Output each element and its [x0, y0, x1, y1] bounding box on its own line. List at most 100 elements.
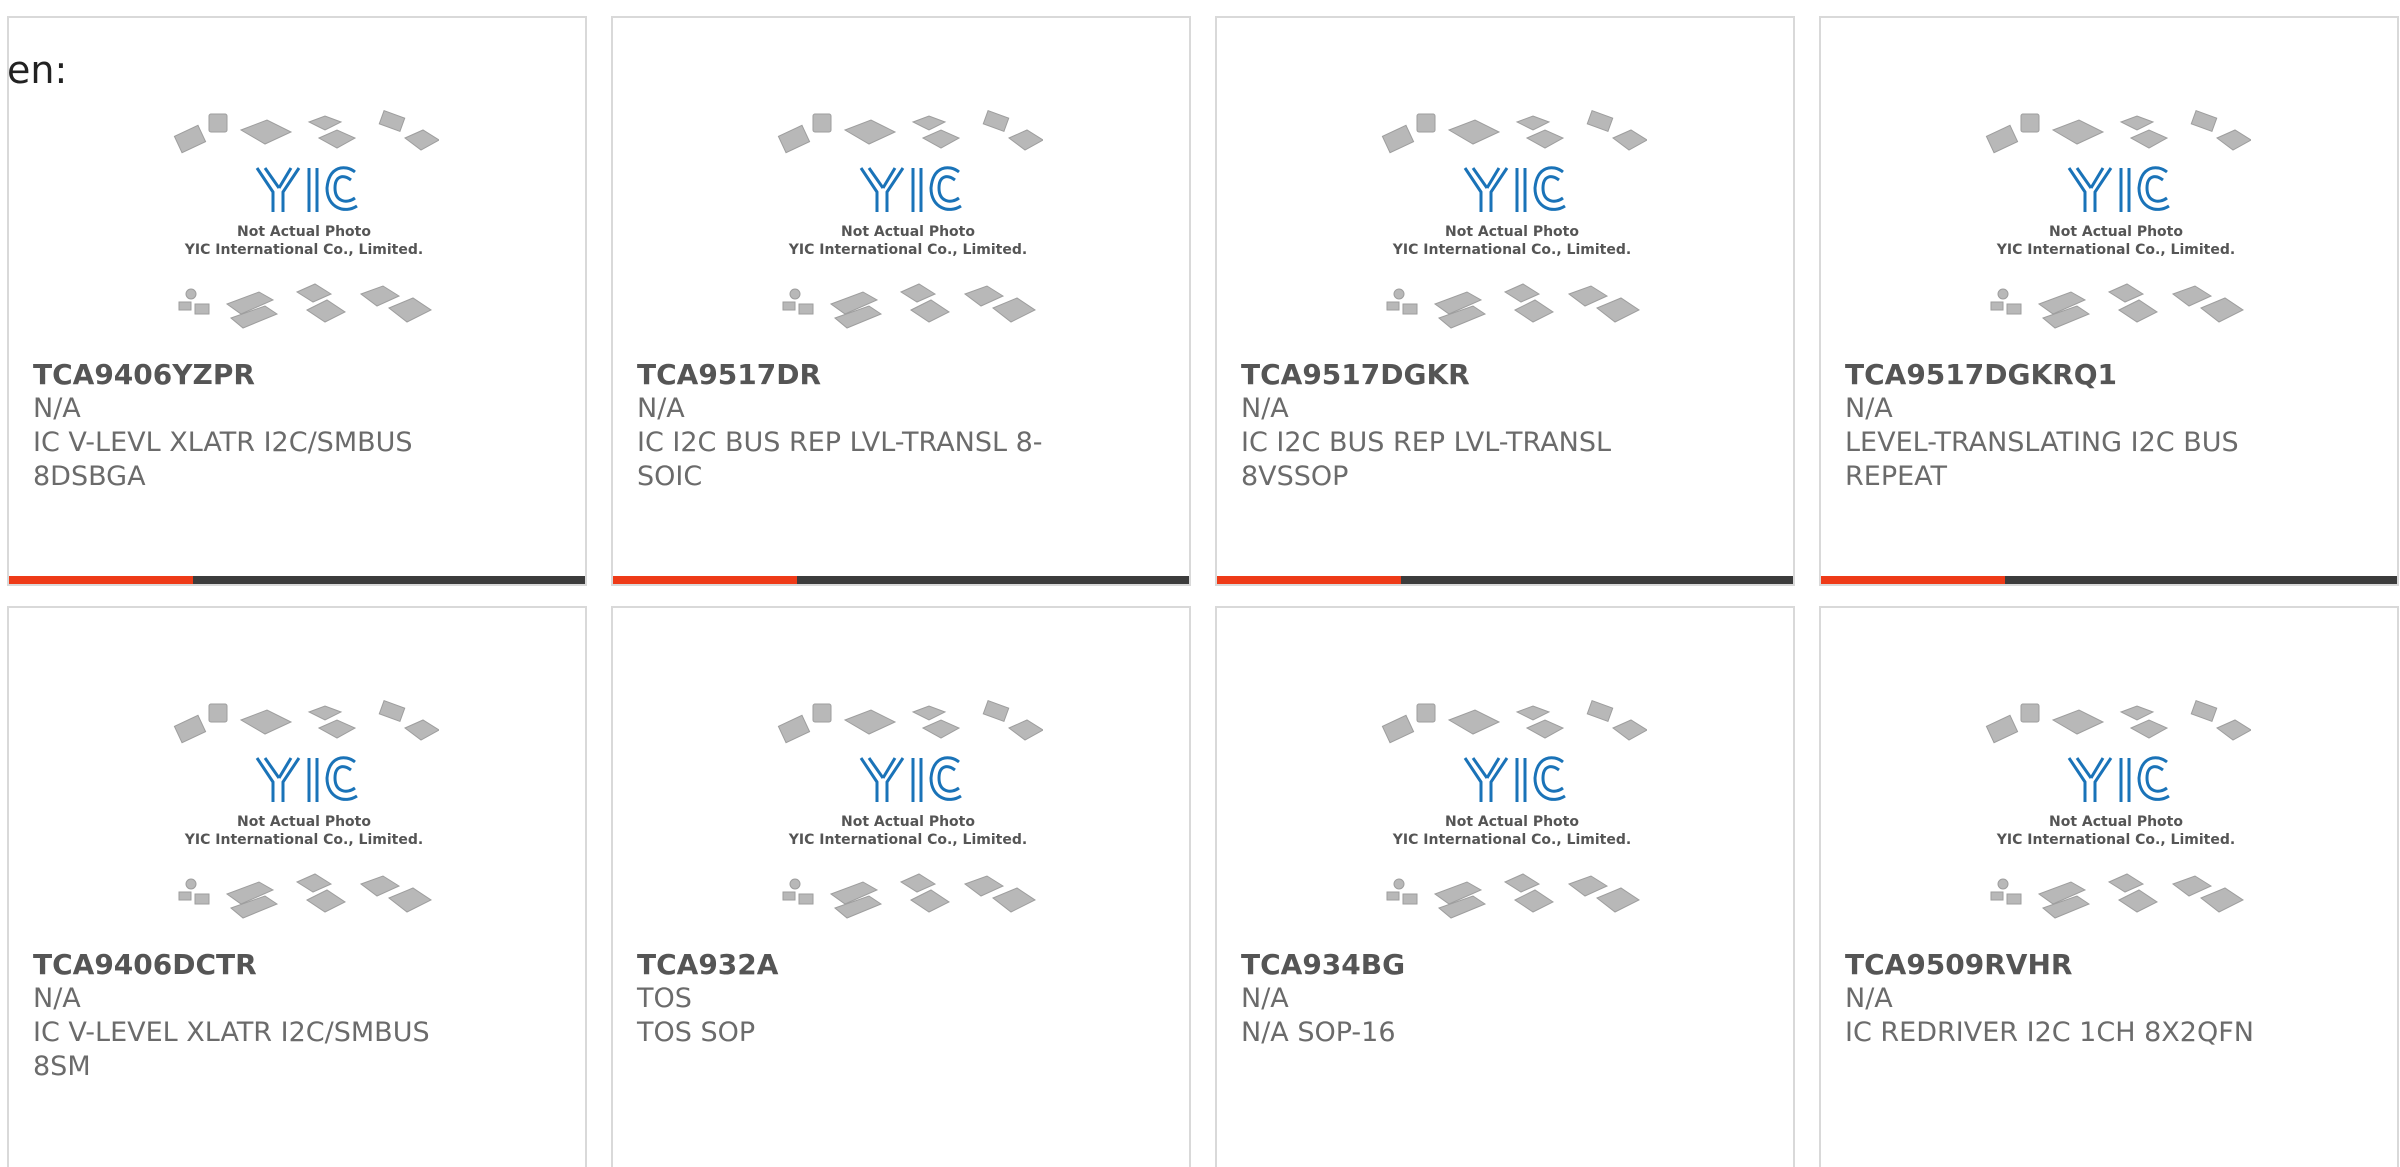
product-grid-page: en: Not Actual Photo YIC International C…	[0, 0, 2400, 1167]
chip-icon	[239, 119, 293, 145]
card-progress-fill	[1821, 576, 2006, 584]
chip-icon	[1586, 110, 1614, 132]
card-progress-fill	[9, 576, 194, 584]
product-description: LEVEL-TRANSLATING I2C BUS REPEAT	[1845, 427, 2239, 492]
chip-icon	[2006, 303, 2022, 315]
chip-icon	[843, 709, 897, 735]
product-info: TCA9517DGKRQ1 N/A LEVEL-TRANSLATING I2C …	[1845, 358, 2285, 494]
chip-icon	[2107, 283, 2145, 303]
product-part-number[interactable]: TCA932A	[637, 948, 1077, 982]
chip-icon	[208, 113, 228, 133]
product-photo-placeholder[interactable]: Not Actual Photo YIC International Co., …	[1981, 108, 2251, 358]
product-photo-placeholder[interactable]: Not Actual Photo YIC International Co., …	[1377, 698, 1647, 948]
product-part-number[interactable]: TCA9406DCTR	[33, 948, 473, 982]
chip-icon	[2118, 889, 2158, 913]
chip-icon	[2200, 887, 2244, 913]
chip-icon	[1514, 299, 1554, 323]
chip-icon	[1586, 700, 1614, 722]
photo-caption-2: YIC International Co., Limited.	[1996, 242, 2235, 258]
chip-icon	[777, 714, 811, 744]
chip-icon	[921, 719, 961, 739]
yic-logo-icon	[1463, 166, 1566, 212]
product-photo-placeholder[interactable]: Not Actual Photo YIC International Co., …	[773, 698, 1043, 948]
product-part-number[interactable]: TCA934BG	[1241, 948, 1681, 982]
product-card[interactable]: Not Actual Photo YIC International Co., …	[611, 606, 1191, 1167]
chip-icon	[2051, 709, 2105, 735]
chip-icon	[378, 110, 406, 132]
card-progress-bar	[9, 576, 585, 584]
chip-icon	[1997, 288, 2009, 300]
chip-icon	[1447, 709, 1501, 735]
product-manufacturer: N/A	[1845, 393, 1893, 424]
yic-logo-icon	[255, 756, 358, 802]
chip-icon	[2171, 285, 2213, 307]
chip-icon	[2051, 119, 2105, 145]
photo-caption-2: YIC International Co., Limited.	[788, 242, 1027, 258]
product-photo-placeholder[interactable]: Not Actual Photo YIC International Co., …	[169, 108, 439, 358]
chip-icon	[777, 124, 811, 154]
chip-icon	[194, 893, 210, 905]
yic-logo-icon	[2067, 166, 2170, 212]
chip-icon	[359, 875, 401, 897]
product-grid: Not Actual Photo YIC International Co., …	[0, 0, 2400, 1167]
product-manufacturer: TOS	[637, 983, 692, 1014]
product-card[interactable]: Not Actual Photo YIC International Co., …	[7, 606, 587, 1167]
chip-icon	[982, 110, 1010, 132]
chip-icon	[2006, 893, 2022, 905]
yic-logo-icon	[859, 166, 962, 212]
photo-caption-1: Not Actual Photo	[841, 814, 975, 830]
photo-caption-2: YIC International Co., Limited.	[1392, 242, 1631, 258]
product-photo-placeholder[interactable]: Not Actual Photo YIC International Co., …	[1981, 698, 2251, 948]
chip-icon	[963, 875, 1005, 897]
chip-icon	[1567, 875, 1609, 897]
chip-icon	[992, 297, 1036, 323]
card-progress-bar	[1217, 576, 1793, 584]
chip-icon	[2171, 875, 2213, 897]
chip-icon	[178, 301, 192, 311]
product-card[interactable]: Not Actual Photo YIC International Co., …	[7, 16, 587, 586]
product-manufacturer: N/A	[33, 983, 81, 1014]
product-info: TCA9517DR N/A IC I2C BUS REP LVL-TRANSL …	[637, 358, 1077, 494]
product-photo-placeholder[interactable]: Not Actual Photo YIC International Co., …	[1377, 108, 1647, 358]
chip-icon	[1503, 873, 1541, 893]
product-photo-placeholder[interactable]: Not Actual Photo YIC International Co., …	[773, 108, 1043, 358]
chip-icon	[378, 700, 406, 722]
product-manufacturer: N/A	[1241, 983, 1289, 1014]
yic-logo-icon	[255, 166, 358, 212]
photo-caption-1: Not Actual Photo	[2049, 224, 2183, 240]
chip-icon	[1416, 113, 1436, 133]
chip-icon	[194, 303, 210, 315]
chip-icon	[1008, 129, 1043, 151]
chip-icon	[1416, 703, 1436, 723]
chip-icon	[1612, 719, 1647, 741]
chip-icon	[899, 873, 937, 893]
product-card[interactable]: Not Actual Photo YIC International Co., …	[611, 16, 1191, 586]
chip-icon	[1990, 891, 2004, 901]
chip-icon	[910, 299, 950, 323]
language-label: en:	[7, 48, 68, 92]
photo-caption-1: Not Actual Photo	[2049, 814, 2183, 830]
product-card[interactable]: Not Actual Photo YIC International Co., …	[1819, 606, 2399, 1167]
product-part-number[interactable]: TCA9509RVHR	[1845, 948, 2285, 982]
chip-icon	[2190, 700, 2218, 722]
product-part-number[interactable]: TCA9517DGKR	[1241, 358, 1681, 392]
product-card[interactable]: Not Actual Photo YIC International Co., …	[1819, 16, 2399, 586]
chip-icon	[388, 297, 432, 323]
chip-icon	[899, 283, 937, 303]
product-info: TCA9406YZPR N/A IC V-LEVL XLATR I2C/SMBU…	[33, 358, 473, 494]
chip-icon	[911, 115, 947, 131]
product-card[interactable]: Not Actual Photo YIC International Co., …	[1215, 606, 1795, 1167]
chip-icon	[2200, 297, 2244, 323]
product-photo-placeholder[interactable]: Not Actual Photo YIC International Co., …	[169, 698, 439, 948]
chip-icon	[1008, 719, 1043, 741]
chip-icon	[2020, 113, 2040, 133]
chip-icon	[2020, 703, 2040, 723]
chip-icon	[1402, 303, 1418, 315]
product-part-number[interactable]: TCA9406YZPR	[33, 358, 473, 392]
product-card[interactable]: Not Actual Photo YIC International Co., …	[1215, 16, 1795, 586]
chip-icon	[2129, 719, 2169, 739]
photo-caption-2: YIC International Co., Limited.	[1996, 832, 2235, 848]
chip-icon	[1997, 878, 2009, 890]
product-part-number[interactable]: TCA9517DR	[637, 358, 1077, 392]
product-part-number[interactable]: TCA9517DGKRQ1	[1845, 358, 2285, 392]
